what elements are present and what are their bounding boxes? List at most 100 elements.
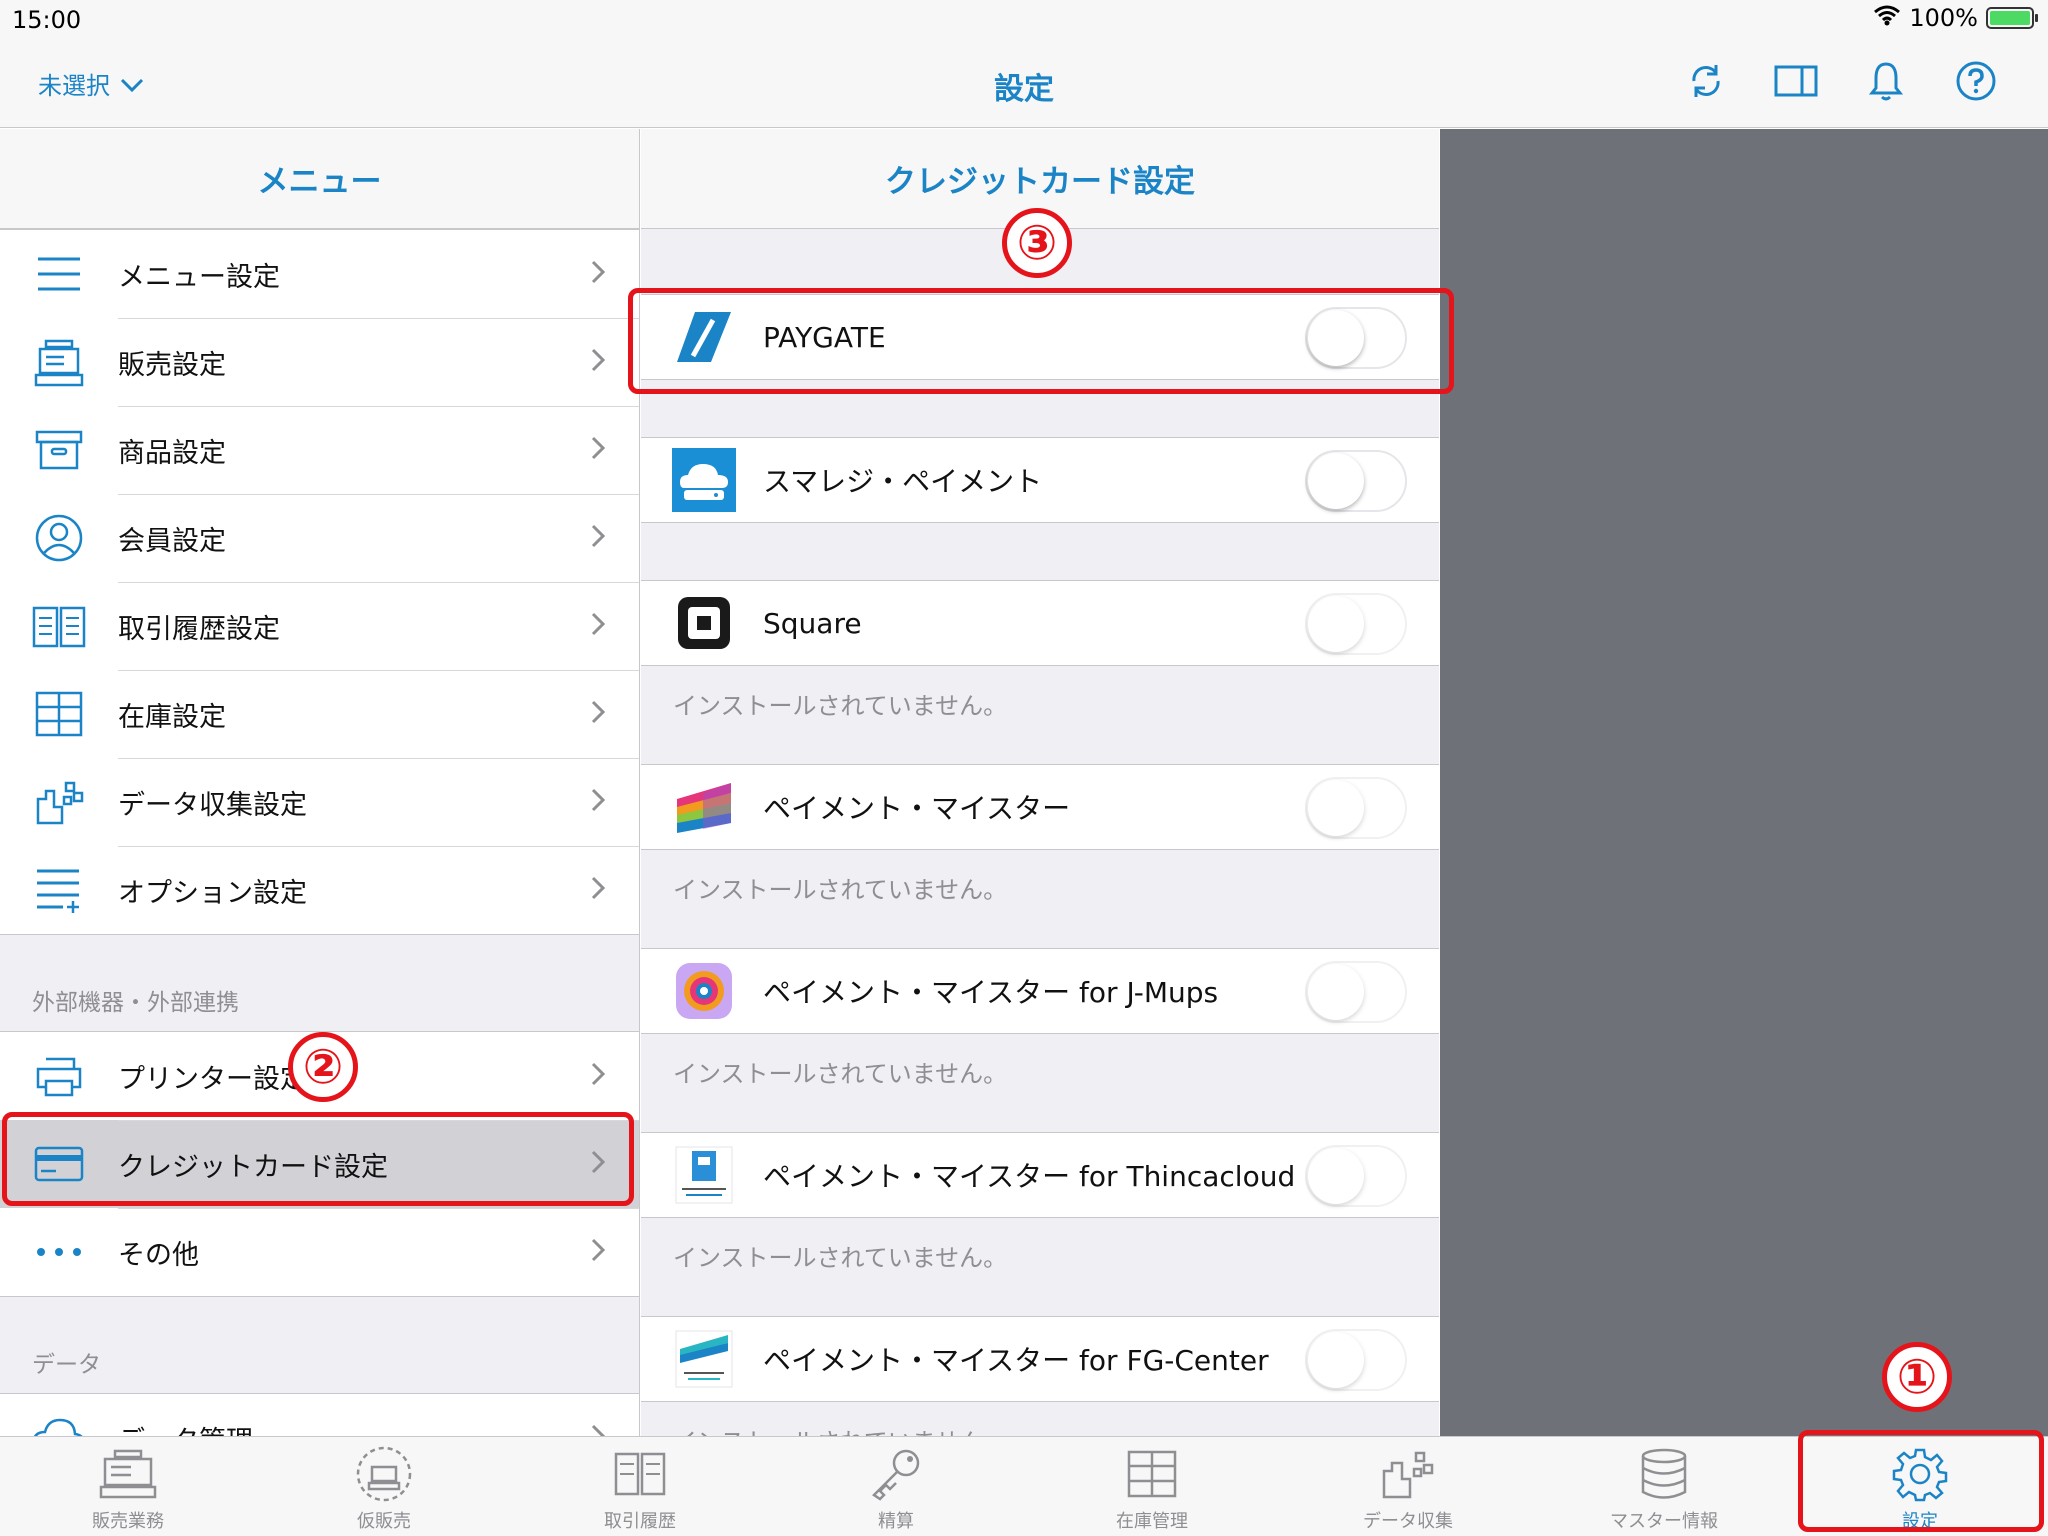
tab-label: 取引履歴 (604, 1511, 676, 1532)
tab-label: マスター情報 (1610, 1511, 1718, 1532)
chevron-right-icon (591, 436, 606, 464)
credit-row-payment-meister-jmups: ペイメント・マイスター for J-Mups (641, 948, 1439, 1034)
menu-item-label: 会員設定 (118, 525, 226, 557)
credit-row-label: ペイメント・マイスター (763, 792, 1071, 825)
book-icon (0, 604, 118, 648)
menu-item-inventory-settings[interactable]: 在庫設定 (0, 670, 639, 758)
person-icon (0, 513, 118, 563)
store-selector[interactable]: 未選択 (38, 66, 144, 101)
payment-meister-toggle[interactable] (1305, 777, 1407, 839)
annotation-number-1: ① (1882, 1342, 1952, 1412)
section-title-external: 外部機器・外部連携 (32, 990, 239, 1016)
credit-row-square: Square (641, 580, 1439, 666)
book-icon (612, 1445, 668, 1503)
payment-meister-fgcenter-install-note: インストールされていません。 (673, 1422, 1007, 1436)
menu-item-label: メニュー設定 (118, 261, 280, 293)
menu-item-menu-settings[interactable]: メニュー設定 (0, 230, 639, 318)
square-logo-icon (671, 590, 737, 656)
payment-meister-install-note: インストールされていません。 (673, 876, 1008, 904)
tab-label: 仮販売 (357, 1511, 411, 1532)
credit-row-label: Square (763, 606, 862, 640)
list-icon (0, 255, 118, 293)
tab-master-info[interactable]: マスター情報 (1536, 1437, 1792, 1536)
menu-item-label: データ収集設定 (118, 789, 307, 821)
store-selector-label: 未選択 (38, 72, 110, 100)
menu-header: メニュー (0, 129, 639, 229)
credit-row-label: ペイメント・マイスター for Thincacloud (763, 1160, 1296, 1193)
menu-panel: メニュー メニュー設定 販売設定 商品設定 会員設定 取引履歴設定 在庫設定 デ… (0, 129, 640, 1436)
credit-row-payment-meister-fgcenter: ペイメント・マイスター for FG-Center (641, 1316, 1439, 1402)
menu-item-option-settings[interactable]: オプション設定 (0, 846, 639, 934)
smaregi-payment-logo-icon (671, 447, 737, 513)
credit-row-smaregi-payment: スマレジ・ペイメント (641, 437, 1439, 523)
tab-data-collection[interactable]: データ収集 (1280, 1437, 1536, 1536)
tab-label: 在庫管理 (1116, 1511, 1188, 1532)
sync-icon[interactable] (1684, 58, 1728, 104)
status-bar: 15:00 100% (0, 0, 2048, 40)
tab-transaction-history[interactable]: 取引履歴 (512, 1437, 768, 1536)
payment-meister-jmups-toggle[interactable] (1305, 961, 1407, 1023)
menu-item-label: データ管理 (118, 1419, 253, 1437)
menu-item-label: その他 (118, 1239, 199, 1271)
register-icon (99, 1445, 157, 1503)
menu-item-transaction-history-settings[interactable]: 取引履歴設定 (0, 582, 639, 670)
help-icon[interactable] (1954, 58, 1998, 104)
tab-settlement[interactable]: 精算 (768, 1437, 1024, 1536)
chevron-right-icon (591, 700, 606, 728)
credit-row-label: ペイメント・マイスター for FG-Center (763, 1344, 1269, 1377)
payment-meister-jmups-logo-icon (671, 958, 737, 1024)
register-icon (0, 337, 118, 387)
menu-item-data-collection-settings[interactable]: データ収集設定 (0, 758, 639, 846)
navigation-bar: 未選択 設定 (0, 40, 2048, 128)
database-icon (1639, 1445, 1689, 1503)
payment-meister-fgcenter-toggle[interactable] (1305, 1329, 1407, 1391)
bell-icon[interactable] (1864, 58, 1908, 104)
menu-item-label: プリンター設定 (118, 1063, 307, 1095)
credit-row-payment-meister-thincacloud: ペイメント・マイスター for Thincacloud (641, 1132, 1439, 1218)
annotation-box-settings-tab (1798, 1430, 2044, 1532)
payment-meister-thincacloud-toggle[interactable] (1305, 1145, 1407, 1207)
payment-meister-jmups-install-note: インストールされていません。 (673, 1060, 1008, 1088)
status-indicators: 100% (1873, 4, 2038, 32)
section-title-data: データ (32, 1352, 101, 1378)
battery-percent: 100% (1909, 4, 1978, 32)
wifi-icon (1873, 4, 1901, 32)
tab-label: 販売業務 (92, 1511, 164, 1532)
tab-bar: 販売業務 仮販売 取引履歴 精算 在庫管理 データ収集 マスター情報 設定 (0, 1436, 2048, 1536)
split-view-icon[interactable] (1774, 58, 1818, 104)
temporary-register-icon (355, 1445, 413, 1503)
menu-item-sales-settings[interactable]: 販売設定 (0, 318, 639, 406)
annotation-number-2: ② (288, 1032, 358, 1102)
battery-icon (1986, 7, 2038, 29)
more-icon (0, 1247, 118, 1257)
chevron-down-icon (120, 70, 144, 98)
menu-item-product-settings[interactable]: 商品設定 (0, 406, 639, 494)
chevron-right-icon (591, 1062, 606, 1090)
menu-item-label: 在庫設定 (118, 701, 226, 733)
key-icon (868, 1445, 924, 1503)
credit-row-payment-meister: ペイメント・マイスター (641, 764, 1439, 850)
menu-item-other[interactable]: その他 (0, 1208, 639, 1296)
square-toggle[interactable] (1305, 593, 1407, 655)
tab-inventory[interactable]: 在庫管理 (1024, 1437, 1280, 1536)
menu-item-data-management[interactable]: データ管理 (0, 1394, 639, 1436)
shelves-icon (1125, 1445, 1179, 1503)
menu-item-label: 販売設定 (118, 349, 226, 381)
smaregi-payment-toggle[interactable] (1305, 450, 1407, 512)
menu-item-member-settings[interactable]: 会員設定 (0, 494, 639, 582)
square-install-note: インストールされていません。 (673, 692, 1008, 720)
menu-item-label: オプション設定 (118, 877, 307, 909)
tab-temporary-sales[interactable]: 仮販売 (256, 1437, 512, 1536)
annotation-number-3: ③ (1002, 208, 1072, 278)
chevron-right-icon (591, 348, 606, 376)
chevron-right-icon (591, 1424, 606, 1436)
annotation-box-credit-card (2, 1112, 634, 1206)
chevron-right-icon (591, 524, 606, 552)
credit-row-label: スマレジ・ペイメント (763, 465, 1043, 498)
box-icon (0, 430, 118, 470)
payment-meister-fgcenter-logo-icon (671, 1326, 737, 1392)
tab-sales[interactable]: 販売業務 (0, 1437, 256, 1536)
chevron-right-icon (591, 612, 606, 640)
tab-label: データ収集 (1363, 1511, 1453, 1532)
menu-item-label: 取引履歴設定 (118, 613, 280, 645)
